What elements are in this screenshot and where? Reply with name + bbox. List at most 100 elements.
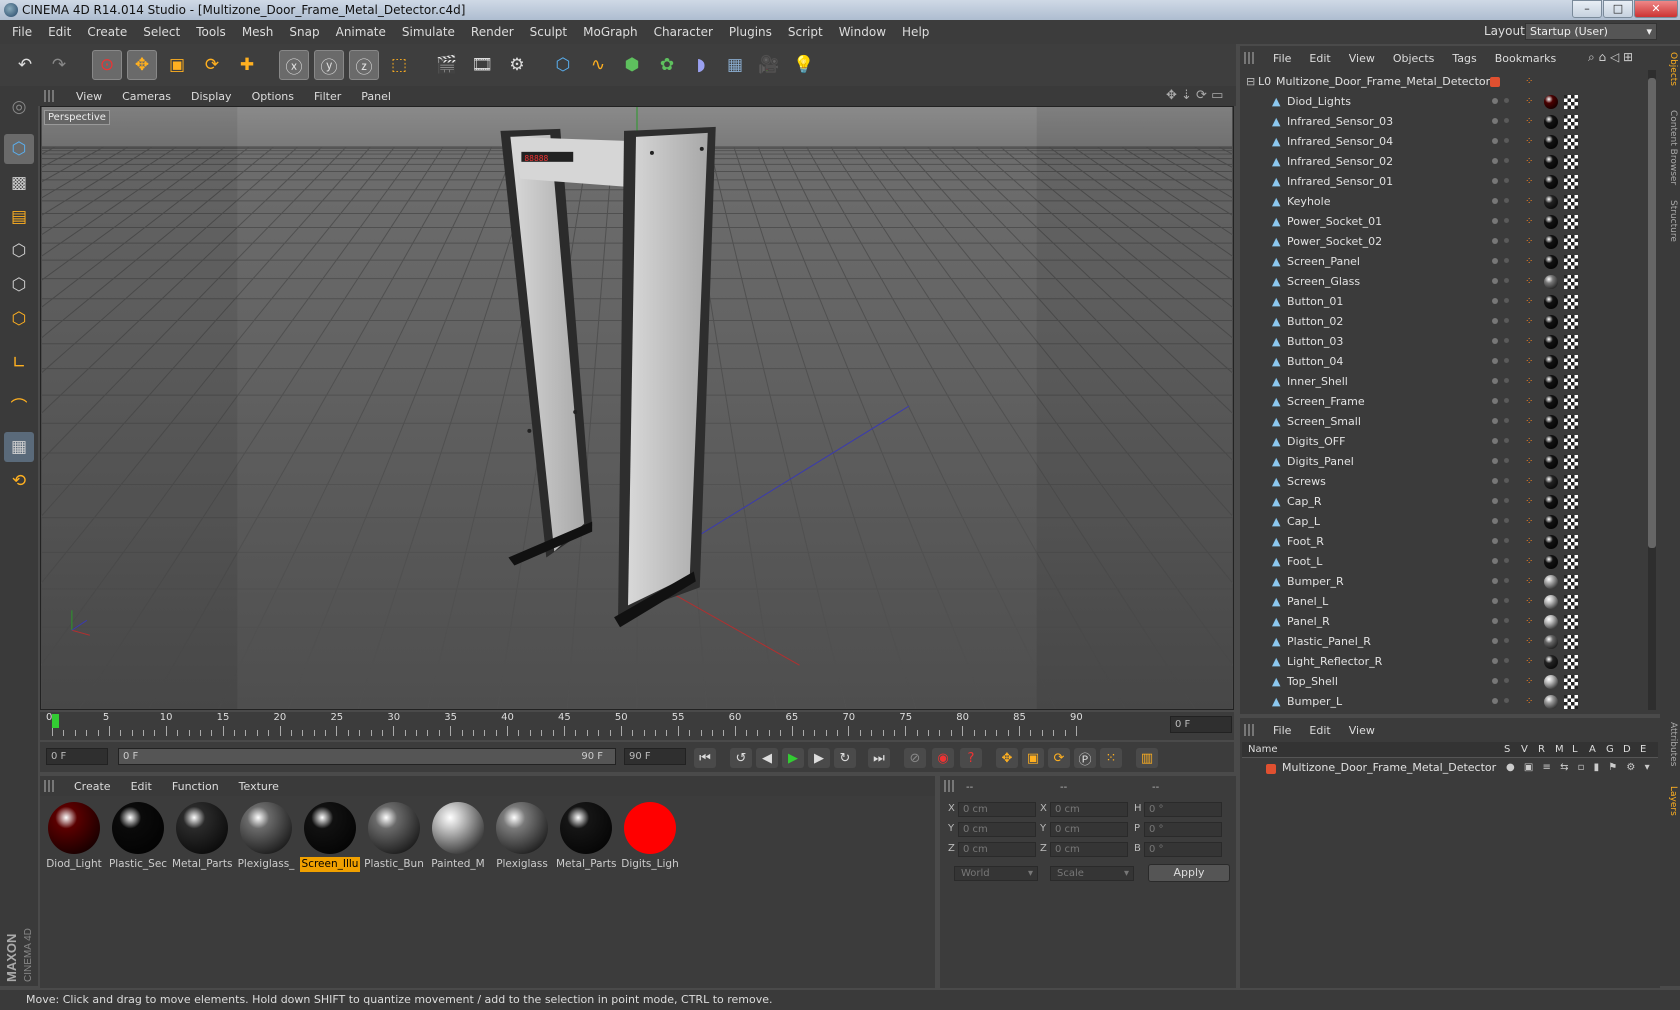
uvw-tag-icon[interactable] [1564,375,1578,389]
viewport-nav-icons[interactable]: ✥ ⇣ ⟳ ▭ [1166,88,1223,103]
phong-tag-icon[interactable]: ⁘ [1525,695,1537,709]
phong-tag-icon[interactable]: ⁘ [1525,415,1537,429]
minimize-button[interactable]: – [1572,0,1602,18]
step-back-icon[interactable]: ◀ [756,748,778,768]
last-tool-icon[interactable]: ✚ [232,50,262,80]
y-axis-lock-icon[interactable]: ⓨ [314,50,344,80]
material-tag-icon[interactable] [1544,355,1558,369]
visibility-editor-icon[interactable] [1492,278,1498,284]
world-select[interactable]: World ▾ [954,866,1038,881]
scheme-icon[interactable]: ▥ [1136,748,1158,768]
coord-field[interactable]: 0 ° [1144,822,1222,837]
object-menu-objects[interactable]: Objects [1384,52,1444,65]
visibility-render-icon[interactable] [1504,218,1509,223]
visibility-editor-icon[interactable] [1492,258,1498,264]
visibility-editor-icon[interactable] [1492,598,1498,604]
visibility-editor-icon[interactable] [1492,118,1498,124]
object-row[interactable]: ▲ Power_Socket_02 ⁘ [1244,232,1648,252]
phong-tag-icon[interactable]: ⁘ [1525,255,1537,269]
visibility-editor-icon[interactable] [1492,498,1498,504]
visibility-editor-icon[interactable] [1492,658,1498,664]
visibility-editor-icon[interactable] [1492,138,1498,144]
menu-render[interactable]: Render [463,20,522,44]
move-tool-icon[interactable]: ✥ [127,50,157,80]
phong-tag-icon[interactable]: ⁘ [1525,135,1537,149]
material-swatch[interactable]: Plastic_Bun [364,800,424,874]
uvw-tag-icon[interactable] [1564,575,1578,589]
object-menu-bookmarks[interactable]: Bookmarks [1486,52,1565,65]
visibility-render-icon[interactable] [1504,538,1509,543]
frame-range-slider[interactable]: 0 F 90 F [118,748,616,765]
phong-tag-icon[interactable]: ⁘ [1525,595,1537,609]
material-menu-function[interactable]: Function [162,780,229,793]
phong-tag-icon[interactable]: ⁘ [1525,395,1537,409]
object-row[interactable]: ▲ Screen_Glass ⁘ [1244,272,1648,292]
visibility-render-icon[interactable] [1504,98,1509,103]
points-mode-icon[interactable]: ⬡ [4,236,34,266]
object-row[interactable]: ▲ Panel_L ⁘ [1244,592,1648,612]
phong-tag-icon[interactable]: ⁘ [1525,275,1537,289]
layer-flags-icons[interactable]: ● ▣ ≡ ⇆ ▫ ▮ ⚑ ⚙ ▾ [1506,762,1653,773]
object-row[interactable]: ▲ Cap_R ⁘ [1244,492,1648,512]
uvw-tag-icon[interactable] [1564,155,1578,169]
object-row[interactable]: ▲ Infrared_Sensor_02 ⁘ [1244,152,1648,172]
menu-character[interactable]: Character [646,20,721,44]
object-row[interactable]: ▲ Foot_R ⁘ [1244,532,1648,552]
key-param-icon[interactable]: Ⓟ [1074,748,1096,768]
visibility-render-icon[interactable] [1504,618,1509,623]
visibility-editor-icon[interactable] [1492,198,1498,204]
redo-icon[interactable]: ↷ [44,50,74,80]
axis-mode-icon[interactable]: ∟ [4,348,34,378]
object-row[interactable]: ▲ Screen_Small ⁘ [1244,412,1648,432]
object-row[interactable]: ▲ Bumper_L ⁘ [1244,692,1648,712]
material-tag-icon[interactable] [1544,295,1558,309]
uvw-tag-icon[interactable] [1564,335,1578,349]
uvw-tag-icon[interactable] [1564,95,1578,109]
uvw-tag-icon[interactable] [1564,235,1578,249]
material-menu-texture[interactable]: Texture [229,780,289,793]
object-row[interactable]: ▲ Bumper_R ⁘ [1244,572,1648,592]
visibility-editor-icon[interactable] [1492,418,1498,424]
visibility-render-icon[interactable] [1504,378,1509,383]
object-row[interactable]: ▲ Cap_L ⁘ [1244,512,1648,532]
object-row[interactable]: ▲ Infrared_Sensor_01 ⁘ [1244,172,1648,192]
tab-content-browser[interactable]: Content Browser [1662,110,1678,185]
uvw-tag-icon[interactable] [1564,655,1578,669]
object-row[interactable]: ▲ Screen_Panel ⁘ [1244,252,1648,272]
phong-tag-icon[interactable]: ⁘ [1525,575,1537,589]
visibility-editor-icon[interactable] [1492,298,1498,304]
object-row[interactable]: ▲ Power_Socket_01 ⁘ [1244,212,1648,232]
coord-field[interactable]: 0 cm [1050,822,1128,837]
visibility-render-icon[interactable] [1504,358,1509,363]
visibility-editor-icon[interactable] [1492,518,1498,524]
light-icon[interactable]: 💡 [789,50,819,80]
menu-edit[interactable]: Edit [40,20,79,44]
object-menu-tags[interactable]: Tags [1443,52,1485,65]
phong-tag-icon[interactable]: ⁘ [1525,355,1537,369]
goto-next-key-icon[interactable]: ↻ [834,748,856,768]
locked-workplane-icon[interactable]: ⟲ [4,466,34,496]
uvw-tag-icon[interactable] [1564,395,1578,409]
visibility-editor-icon[interactable] [1492,318,1498,324]
object-row[interactable]: ▲ Infrared_Sensor_03 ⁘ [1244,112,1648,132]
uvw-tag-icon[interactable] [1564,355,1578,369]
object-row[interactable]: ▲ Button_02 ⁘ [1244,312,1648,332]
layer-column-name[interactable]: Name [1248,744,1278,755]
coord-field[interactable]: 0 cm [1050,802,1128,817]
uvw-tag-icon[interactable] [1564,255,1578,269]
current-frame-field[interactable]: 0 F [46,748,108,765]
material-swatch[interactable]: Screen_Illu [300,800,360,874]
record-keys-icon[interactable]: ⊘ [904,748,926,768]
material-tag-icon[interactable] [1544,135,1558,149]
layer-menu-file[interactable]: File [1264,724,1300,737]
layer-column-s[interactable]: S [1504,744,1510,755]
visibility-editor-icon[interactable] [1492,678,1498,684]
object-row[interactable]: ▲ Panel_R ⁘ [1244,612,1648,632]
material-tag-icon[interactable] [1544,515,1558,529]
visibility-render-icon[interactable] [1504,198,1509,203]
uvw-tag-icon[interactable] [1564,615,1578,629]
material-swatch[interactable]: Plexiglass_ [236,800,296,874]
tab-objects[interactable]: Objects [1662,52,1678,86]
visibility-render-icon[interactable] [1504,278,1509,283]
coord-field[interactable]: 0 ° [1144,802,1222,817]
